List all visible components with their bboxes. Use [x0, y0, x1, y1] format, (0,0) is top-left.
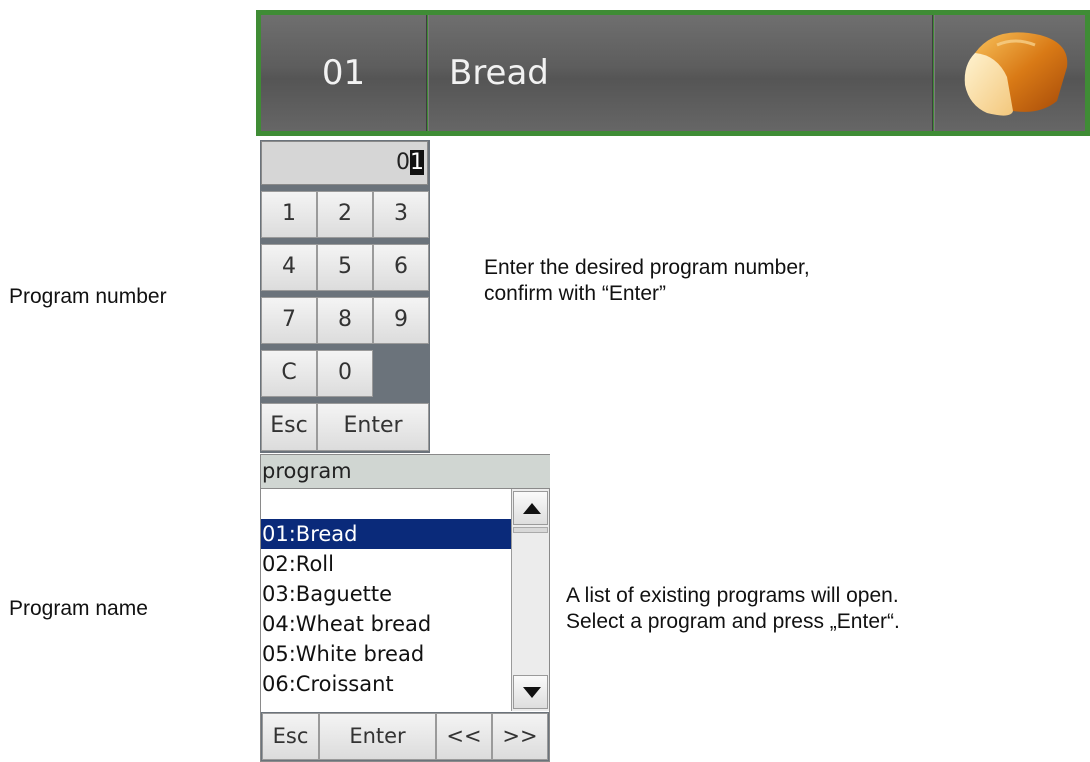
key-3[interactable]: 3	[373, 191, 429, 238]
keypad-enter-button[interactable]: Enter	[317, 403, 429, 451]
instruction-program-number: Enter the desired program number, confir…	[484, 256, 810, 305]
header-program-number: 01	[261, 15, 427, 131]
arrow-up-icon	[523, 503, 541, 514]
list-item[interactable]: 05:White bread	[261, 639, 511, 669]
key-5[interactable]: 5	[317, 244, 373, 291]
program-list-dialog: program 01:Bread 02:Roll 03:Baguette 04:…	[260, 454, 550, 762]
scroll-up-button[interactable]	[513, 491, 548, 525]
list-item[interactable]: 04:Wheat bread	[261, 609, 511, 639]
keypad-esc-button[interactable]: Esc	[261, 403, 317, 451]
keypad-display[interactable]: 01	[261, 141, 428, 185]
key-7[interactable]: 7	[261, 297, 317, 344]
display-value: 0	[396, 150, 410, 175]
list-item[interactable]: 06:Croissant	[261, 669, 511, 699]
key-0[interactable]: 0	[317, 350, 373, 397]
list-item[interactable]: 01:Bread	[261, 519, 511, 549]
bread-loaf-icon	[934, 15, 1085, 131]
scroll-thumb[interactable]	[513, 527, 548, 533]
numeric-keypad: 01 1 2 3 4 5 6 7 8 9 C 0 Esc Enter	[260, 140, 430, 453]
instruction-program-name-line2: Select a program and press „Enter“.	[566, 610, 900, 633]
header-program-name: Bread	[428, 15, 933, 131]
list-item[interactable]: 03:Baguette	[261, 579, 511, 609]
key-1[interactable]: 1	[261, 191, 317, 238]
list-item[interactable]: 02:Roll	[261, 549, 511, 579]
list-esc-button[interactable]: Esc	[262, 713, 319, 760]
scroll-down-button[interactable]	[513, 675, 548, 709]
list-title: program	[261, 455, 550, 489]
list-button-bar: Esc Enter << >>	[261, 712, 549, 761]
label-program-number: Program number	[9, 285, 167, 308]
program-header-bar: 01 Bread	[256, 10, 1090, 136]
label-program-name: Program name	[9, 597, 148, 620]
list-item-blank	[261, 489, 511, 519]
program-list: 01:Bread 02:Roll 03:Baguette 04:Wheat br…	[261, 489, 511, 711]
key-clear[interactable]: C	[261, 350, 317, 397]
key-2[interactable]: 2	[317, 191, 373, 238]
list-prev-button[interactable]: <<	[436, 713, 492, 760]
instruction-program-name-line1: A list of existing programs will open.	[566, 584, 899, 607]
key-4[interactable]: 4	[261, 244, 317, 291]
display-cursor: 1	[410, 150, 424, 175]
key-9[interactable]: 9	[373, 297, 429, 344]
list-scrollbar[interactable]	[511, 489, 549, 711]
list-enter-button[interactable]: Enter	[319, 713, 436, 760]
arrow-down-icon	[523, 687, 541, 698]
list-next-button[interactable]: >>	[492, 713, 548, 760]
key-8[interactable]: 8	[317, 297, 373, 344]
key-6[interactable]: 6	[373, 244, 429, 291]
